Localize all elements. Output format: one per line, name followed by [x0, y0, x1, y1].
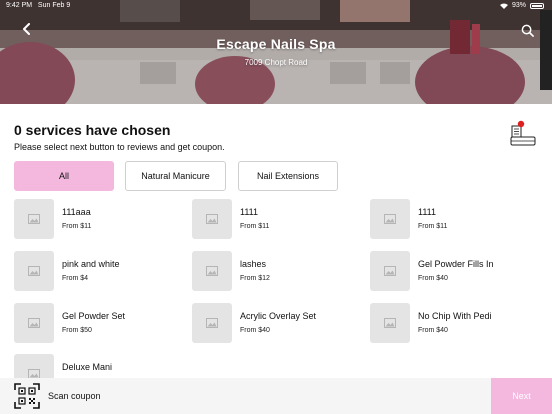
image-placeholder-icon	[384, 266, 396, 276]
service-name: Deluxe Mani	[62, 362, 113, 372]
selected-count-heading: 0 services have chosen	[14, 122, 171, 138]
service-item[interactable]: lashes From $12	[192, 251, 352, 291]
salon-name: Escape Nails Spa	[216, 36, 336, 52]
chevron-left-icon	[23, 23, 30, 35]
service-thumbnail	[192, 303, 232, 343]
image-placeholder-icon	[206, 214, 218, 224]
battery-icon	[530, 2, 544, 9]
service-thumbnail	[370, 199, 410, 239]
service-name: 1111	[418, 207, 437, 217]
service-price: From $40	[418, 327, 448, 334]
service-item[interactable]: pink and white From $4	[14, 251, 174, 291]
service-selection-screen: 9:42 PM Sun Feb 9 93% Escape Nails Spa 7…	[0, 0, 552, 414]
scan-coupon-button[interactable]: Scan coupon	[14, 382, 101, 410]
image-placeholder-icon	[28, 214, 40, 224]
service-item[interactable]: No Chip With Pedi From $40	[370, 303, 530, 343]
cart-icon	[510, 120, 536, 146]
service-name: Gel Powder Set	[62, 311, 126, 321]
battery-percent: 93%	[511, 2, 526, 9]
service-price: From $50	[62, 327, 92, 334]
salon-address: 7009 Chopt Road	[244, 58, 308, 67]
image-placeholder-icon	[384, 318, 396, 328]
status-time-date: 9:42 PM Sun Feb 9	[6, 2, 70, 9]
tab-natural-manicure[interactable]: Natural Manicure	[125, 161, 226, 191]
qr-code-icon	[14, 383, 40, 409]
tab-all[interactable]: All	[14, 161, 114, 191]
service-thumbnail	[14, 303, 54, 343]
status-date: Sun Feb 9	[37, 2, 71, 9]
service-item[interactable]: 1111 From $11	[192, 199, 352, 239]
service-thumbnail	[192, 199, 232, 239]
service-price: From $11	[62, 223, 92, 230]
image-placeholder-icon	[206, 266, 218, 276]
service-name: 1111	[240, 207, 259, 217]
next-button[interactable]: Next	[491, 378, 552, 414]
image-placeholder-icon	[28, 318, 40, 328]
service-price: From $40	[240, 327, 270, 334]
service-thumbnail	[14, 251, 54, 291]
service-thumbnail	[370, 303, 410, 343]
status-indicators: 93%	[499, 2, 544, 9]
service-item[interactable]: Gel Powder Set From $50	[14, 303, 174, 343]
search-button[interactable]	[518, 21, 536, 39]
service-name: Acrylic Overlay Set	[240, 311, 317, 321]
service-name: pink and white	[62, 259, 120, 269]
wifi-icon	[499, 3, 508, 9]
service-thumbnail	[370, 251, 410, 291]
status-time: 9:42 PM	[6, 2, 33, 9]
image-placeholder-icon	[28, 266, 40, 276]
service-item[interactable]: Acrylic Overlay Set From $40	[192, 303, 352, 343]
salon-header: 9:42 PM Sun Feb 9 93% Escape Nails Spa 7…	[0, 0, 552, 104]
image-placeholder-icon	[206, 318, 218, 328]
bottom-action-bar: Scan coupon Next	[0, 378, 552, 414]
header-overlay	[0, 0, 552, 104]
service-price: From $11	[418, 223, 448, 230]
service-item[interactable]: Gel Powder Fills In From $40	[370, 251, 530, 291]
scan-coupon-label: Scan coupon	[48, 391, 101, 401]
search-icon	[521, 24, 534, 37]
image-placeholder-icon	[384, 214, 396, 224]
service-name: lashes	[240, 259, 267, 269]
instruction-text: Please select next button to reviews and…	[14, 142, 225, 152]
service-item[interactable]: 111aaa From $11	[14, 199, 174, 239]
service-name: 111aaa	[62, 207, 91, 217]
service-thumbnail	[192, 251, 232, 291]
service-price: From $12	[240, 275, 270, 282]
tab-nail-extensions[interactable]: Nail Extensions	[238, 161, 338, 191]
cart-button[interactable]	[508, 120, 536, 148]
service-price: From $4	[62, 275, 89, 282]
service-name: Gel Powder Fills In	[418, 259, 494, 269]
service-price: From $11	[240, 223, 270, 230]
service-item[interactable]: 1111 From $11	[370, 199, 530, 239]
service-name: No Chip With Pedi	[418, 311, 492, 321]
service-price: From $40	[418, 275, 448, 282]
status-bar: 9:42 PM Sun Feb 9 93%	[0, 2, 552, 12]
service-thumbnail	[14, 199, 54, 239]
